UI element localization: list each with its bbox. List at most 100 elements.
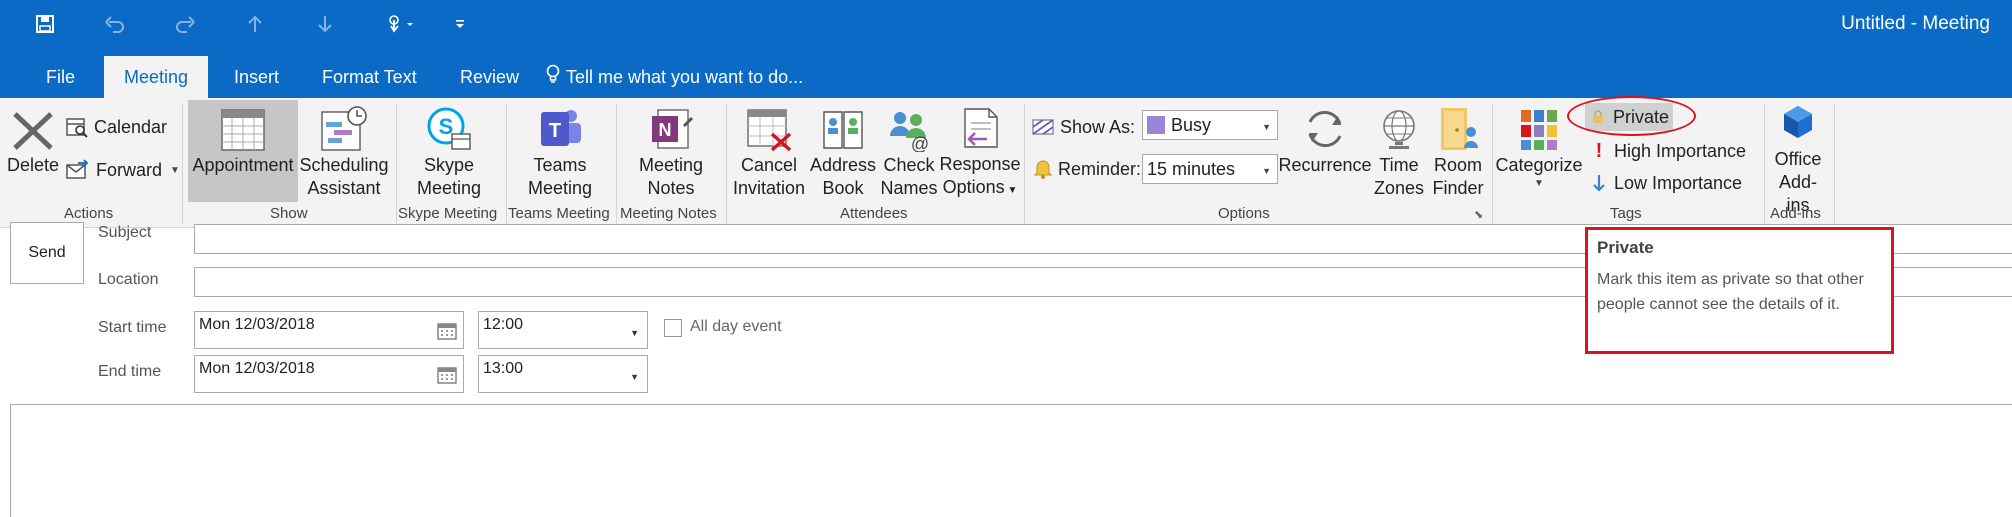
teams-label-line2: Meeting bbox=[527, 178, 593, 198]
scheduling-assistant-button[interactable]: Scheduling Assistant bbox=[299, 100, 389, 202]
teams-meeting-button[interactable]: T Teams Meeting bbox=[518, 100, 602, 202]
start-date-picker[interactable]: Mon 12/03/2018 bbox=[194, 311, 464, 349]
end-date-picker[interactable]: Mon 12/03/2018 bbox=[194, 355, 464, 393]
chevron-down-icon: ▼ bbox=[1262, 122, 1271, 132]
lightbulb-icon bbox=[546, 57, 560, 99]
group-divider bbox=[726, 104, 727, 224]
calendar-button[interactable]: Calendar bbox=[66, 112, 167, 142]
reminder-dropdown[interactable]: 15 minutes ▼ bbox=[1142, 154, 1278, 184]
skype-meeting-button[interactable]: S Skype Meeting bbox=[406, 100, 492, 202]
customize-toolbar-icon[interactable] bbox=[443, 8, 477, 40]
scheduling-label-line2: Assistant bbox=[307, 178, 381, 198]
skype-icon: S bbox=[426, 100, 472, 152]
down-arrow-icon[interactable] bbox=[308, 8, 342, 40]
svg-text:@: @ bbox=[911, 134, 929, 152]
delete-button[interactable]: Delete bbox=[4, 100, 62, 202]
chevron-down-icon: ▼ bbox=[1262, 166, 1271, 176]
private-button[interactable]: Private bbox=[1585, 103, 1673, 131]
categorize-icon bbox=[1519, 100, 1559, 152]
appointment-button[interactable]: Appointment bbox=[188, 100, 298, 202]
busy-swatch bbox=[1147, 116, 1165, 134]
tell-me-search[interactable]: Tell me what you want to do... bbox=[546, 56, 803, 98]
chevron-down-icon: ▼ bbox=[170, 164, 180, 176]
room-finder-label-line2: Finder bbox=[1432, 178, 1484, 198]
private-tooltip: Private Mark this item as private so tha… bbox=[1585, 227, 1894, 354]
room-finder-label-line1: Room bbox=[1433, 155, 1482, 175]
group-label-addins: Add-ins bbox=[1770, 205, 1821, 222]
group-label-attendees: Attendees bbox=[840, 205, 908, 222]
group-label-actions: Actions bbox=[64, 205, 114, 222]
group-divider bbox=[1024, 104, 1025, 224]
show-as-dropdown[interactable]: Busy ▼ bbox=[1142, 110, 1278, 140]
cancel-invitation-button[interactable]: Cancel Invitation bbox=[728, 100, 810, 202]
bell-icon bbox=[1034, 159, 1052, 179]
tab-file[interactable]: File bbox=[28, 56, 93, 98]
time-zones-button[interactable]: Time Zones bbox=[1374, 100, 1424, 202]
outlook-meeting-window: Untitled - Meeting File Meeting Insert F… bbox=[0, 0, 2012, 517]
office-addins-button[interactable]: Office Add-ins bbox=[1768, 100, 1828, 215]
all-day-checkbox[interactable] bbox=[664, 319, 682, 337]
address-book-button[interactable]: Address Book bbox=[810, 100, 876, 202]
tab-insert[interactable]: Insert bbox=[216, 56, 297, 98]
title-bar: Untitled - Meeting bbox=[0, 0, 2012, 48]
group-divider bbox=[616, 104, 617, 224]
tell-me-label: Tell me what you want to do... bbox=[566, 67, 804, 87]
group-label-meeting-notes: Meeting Notes bbox=[620, 205, 717, 222]
calendar-icon[interactable] bbox=[437, 366, 457, 389]
low-importance-button[interactable]: Low Importance bbox=[1590, 168, 1742, 198]
categorize-label: Categorize bbox=[1495, 155, 1583, 175]
onenote-icon: N bbox=[648, 100, 694, 152]
recurrence-button[interactable]: Recurrence bbox=[1278, 100, 1372, 202]
skype-label-line1: Skype bbox=[423, 155, 475, 175]
response-options-label-line2: Options ▼ bbox=[942, 177, 1018, 197]
tab-meeting[interactable]: Meeting bbox=[104, 56, 208, 98]
skype-label-line2: Meeting bbox=[416, 178, 482, 198]
redo-icon[interactable] bbox=[168, 8, 202, 40]
message-body-editor[interactable] bbox=[10, 404, 2012, 517]
ribbon: Delete Calendar Forward ▼ Actions Appoin… bbox=[0, 98, 2012, 228]
delete-label: Delete bbox=[6, 155, 60, 175]
group-divider bbox=[182, 104, 183, 224]
appointment-calendar-icon bbox=[220, 100, 266, 152]
meeting-notes-label-line2: Notes bbox=[647, 178, 695, 198]
room-finder-icon bbox=[1435, 100, 1481, 152]
calendar-icon[interactable] bbox=[437, 322, 457, 345]
send-button[interactable]: Send bbox=[10, 222, 84, 284]
location-label: Location bbox=[98, 271, 159, 288]
cancel-invitation-icon bbox=[746, 100, 792, 152]
all-day-label: All day event bbox=[690, 318, 782, 335]
up-arrow-icon[interactable] bbox=[238, 8, 272, 40]
globe-icon bbox=[1379, 100, 1419, 152]
start-time-dropdown[interactable]: 12:00 ▼ bbox=[478, 311, 648, 349]
subject-label: Subject bbox=[98, 224, 152, 241]
group-divider bbox=[1834, 104, 1835, 224]
meeting-notes-button[interactable]: N Meeting Notes bbox=[628, 100, 714, 202]
options-dialog-launcher-icon[interactable]: ⬊ bbox=[1474, 208, 1486, 221]
cancel-invitation-label-line2: Invitation bbox=[732, 178, 806, 198]
response-options-button[interactable]: Response Options ▼ bbox=[939, 100, 1021, 202]
show-as-icon bbox=[1032, 118, 1054, 136]
save-icon[interactable] bbox=[28, 8, 62, 40]
end-time-dropdown[interactable]: 13:00 ▼ bbox=[478, 355, 648, 393]
high-importance-button[interactable]: ! High Importance bbox=[1590, 136, 1746, 166]
tab-review[interactable]: Review bbox=[442, 56, 537, 98]
chevron-down-icon: ▼ bbox=[630, 328, 639, 338]
check-names-button[interactable]: @ Check Names bbox=[876, 100, 942, 202]
response-options-icon bbox=[957, 100, 1003, 151]
svg-text:N: N bbox=[659, 120, 672, 140]
group-divider bbox=[506, 104, 507, 224]
undo-icon[interactable] bbox=[98, 8, 132, 40]
office-addins-icon bbox=[1778, 100, 1818, 146]
room-finder-button[interactable]: Room Finder bbox=[1428, 100, 1488, 202]
cancel-invitation-label-line1: Cancel bbox=[740, 155, 798, 175]
group-divider bbox=[396, 104, 397, 224]
tooltip-description: Mark this item as private so that other … bbox=[1597, 271, 1864, 313]
end-time-label: End time bbox=[98, 363, 162, 380]
tab-format-text[interactable]: Format Text bbox=[304, 56, 435, 98]
reminder-label: Reminder: bbox=[1034, 154, 1141, 184]
appointment-label: Appointment bbox=[192, 155, 294, 175]
end-time-value: 13:00 bbox=[483, 360, 524, 377]
categorize-button[interactable]: Categorize ▼ bbox=[1495, 100, 1583, 202]
forward-button[interactable]: Forward ▼ bbox=[66, 155, 180, 185]
touch-mode-icon[interactable] bbox=[376, 8, 424, 40]
